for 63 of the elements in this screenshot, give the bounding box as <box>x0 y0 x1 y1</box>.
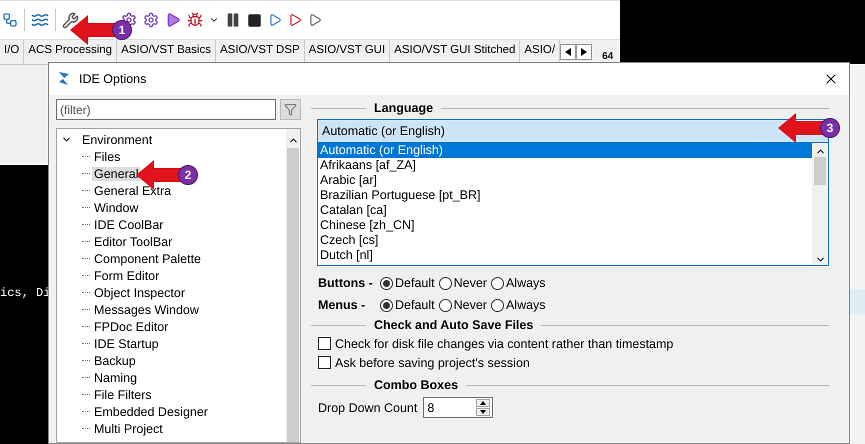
window-title: IDE Options <box>79 72 146 86</box>
group-heading: Check and Auto Save Files <box>374 318 534 332</box>
radio-option[interactable]: Never <box>438 276 487 290</box>
radio-option[interactable]: Always <box>490 298 546 312</box>
tree-item[interactable]: Environment <box>57 131 286 148</box>
row-label: Menus - <box>318 298 366 312</box>
down-triangle-icon <box>480 410 486 414</box>
tree-item[interactable]: Backup <box>92 354 138 368</box>
tree-item[interactable]: Messages Window <box>92 302 201 316</box>
scrollbar[interactable] <box>812 143 828 265</box>
tree-item[interactable]: Embedded Designer <box>92 404 210 418</box>
pause-icon[interactable] <box>225 12 241 28</box>
tree-item[interactable]: General <box>92 166 140 180</box>
scrollbar[interactable] <box>286 129 300 442</box>
list-option[interactable]: Automatic (or English) <box>318 143 812 158</box>
step-into-icon[interactable] <box>268 13 282 28</box>
tree-item[interactable]: IDE Startup <box>92 336 161 350</box>
field-label: Drop Down Count <box>318 400 418 414</box>
checkbox-option[interactable]: Ask before saving project's session <box>318 353 829 372</box>
row-label: Buttons - <box>318 276 374 290</box>
tree-item[interactable]: Window <box>92 200 140 214</box>
tree-item[interactable]: Object Inspector <box>92 286 188 300</box>
right-triangle-icon <box>581 48 588 56</box>
tree-item[interactable]: FPDoc Editor <box>92 320 170 334</box>
tree-item[interactable]: General Extra <box>92 184 174 198</box>
tree-item[interactable]: Files <box>92 150 122 164</box>
tree-item[interactable]: Component Palette <box>92 252 204 266</box>
network-icon[interactable] <box>2 12 18 28</box>
group-heading: Language <box>374 101 434 115</box>
scroll-right-button[interactable] <box>576 44 592 60</box>
tree-item[interactable]: Multi Project <box>92 422 165 436</box>
platform-label: 64 <box>602 51 614 64</box>
decrement-button[interactable] <box>476 408 490 416</box>
app-logo-icon <box>57 71 71 87</box>
tree-item[interactable]: Form Editor <box>92 268 162 282</box>
run-icon[interactable] <box>165 12 181 28</box>
step-out-icon[interactable] <box>308 13 322 28</box>
tree-item[interactable]: Editor ToolBar <box>92 234 174 248</box>
wrench-icon[interactable] <box>62 12 79 29</box>
up-triangle-icon <box>480 401 486 405</box>
filter-icon <box>284 103 297 116</box>
scroll-left-button[interactable] <box>560 44 576 60</box>
tree-item[interactable]: File Filters <box>92 388 154 402</box>
left-triangle-icon <box>565 48 572 56</box>
increment-button[interactable] <box>476 399 490 407</box>
radio-option[interactable]: Default <box>380 298 435 312</box>
file-tab[interactable]: ASIO/VST GUI <box>304 40 390 64</box>
group-heading: Combo Boxes <box>374 378 458 392</box>
radio-option[interactable]: Always <box>490 276 546 290</box>
radio-option[interactable]: Never <box>438 298 487 312</box>
radio-option[interactable]: Default <box>380 276 435 290</box>
settings-icon[interactable] <box>143 12 159 28</box>
scroll-thumb[interactable] <box>287 148 299 442</box>
checkbox-option[interactable]: Check for disk file changes via content rather than timestamp <box>318 334 829 353</box>
step-over-icon[interactable] <box>288 13 302 28</box>
filter-field[interactable]: (filter) <box>56 99 276 120</box>
clear-filter-button[interactable] <box>280 99 301 120</box>
stop-icon[interactable] <box>247 12 262 28</box>
bug-icon[interactable] <box>187 12 203 28</box>
tree-item[interactable]: Naming <box>92 370 140 384</box>
tree-item[interactable]: IDE CoolBar <box>92 218 166 232</box>
spin-field[interactable]: 8 <box>423 397 494 418</box>
scroll-thumb[interactable] <box>814 157 826 185</box>
